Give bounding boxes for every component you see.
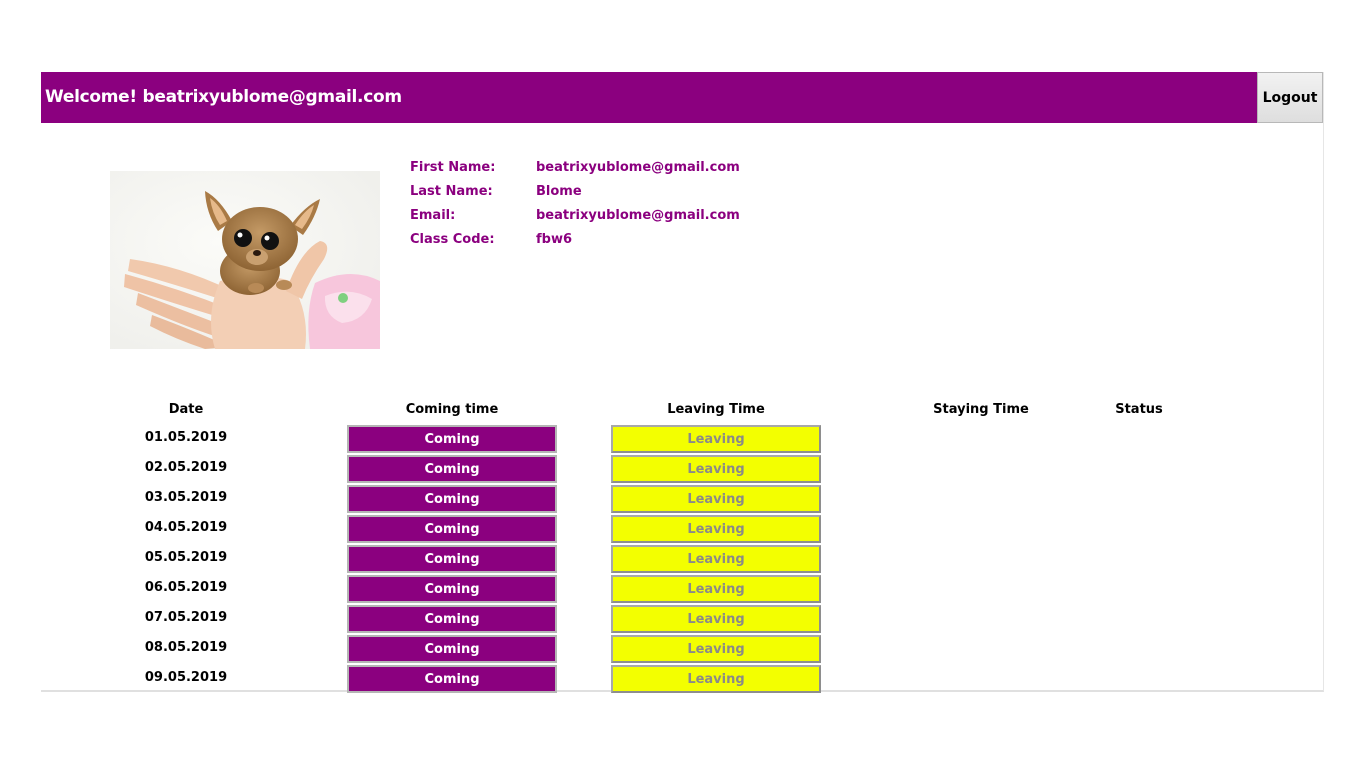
row-date: 08.05.2019: [144, 640, 228, 655]
coming-button[interactable]: Coming: [347, 545, 557, 573]
attendance-table: 01.05.2019 Coming Leaving 02.05.2019 Com…: [41, 424, 1324, 694]
table-row: 08.05.2019 Coming Leaving: [41, 634, 1324, 664]
leaving-button[interactable]: Leaving: [611, 455, 821, 483]
row-date: 07.05.2019: [144, 610, 228, 625]
info-label: Email:: [410, 208, 456, 223]
row-date: 09.05.2019: [144, 670, 228, 685]
column-header-staying: Staying Time: [933, 402, 1029, 417]
leaving-button[interactable]: Leaving: [611, 425, 821, 453]
coming-button[interactable]: Coming: [347, 635, 557, 663]
table-row: 06.05.2019 Coming Leaving: [41, 574, 1324, 604]
row-date: 04.05.2019: [144, 520, 228, 535]
row-date: 02.05.2019: [144, 460, 228, 475]
logout-button[interactable]: Logout: [1257, 72, 1323, 123]
table-row: 02.05.2019 Coming Leaving: [41, 454, 1324, 484]
leaving-button[interactable]: Leaving: [611, 605, 821, 633]
table-row: 07.05.2019 Coming Leaving: [41, 604, 1324, 634]
info-value: beatrixyublome@gmail.com: [536, 160, 740, 175]
coming-button[interactable]: Coming: [347, 575, 557, 603]
coming-button[interactable]: Coming: [347, 455, 557, 483]
column-header-coming: Coming time: [405, 402, 499, 417]
coming-button[interactable]: Coming: [347, 485, 557, 513]
table-row: 09.05.2019 Coming Leaving: [41, 664, 1324, 694]
puppy-image: [110, 171, 380, 349]
table-row: 03.05.2019 Coming Leaving: [41, 484, 1324, 514]
leaving-button[interactable]: Leaving: [611, 635, 821, 663]
info-label: First Name:: [410, 160, 496, 175]
coming-button[interactable]: Coming: [347, 665, 557, 693]
leaving-button[interactable]: Leaving: [611, 575, 821, 603]
info-label: Last Name:: [410, 184, 493, 199]
attendance-app: Welcome! beatrixyublome@gmail.com Logout: [41, 72, 1324, 694]
leaving-button[interactable]: Leaving: [611, 545, 821, 573]
leaving-button[interactable]: Leaving: [611, 665, 821, 693]
row-date: 01.05.2019: [144, 430, 228, 445]
table-row: 04.05.2019 Coming Leaving: [41, 514, 1324, 544]
row-date: 03.05.2019: [144, 490, 228, 505]
table-row: 01.05.2019 Coming Leaving: [41, 424, 1324, 454]
row-date: 05.05.2019: [144, 550, 228, 565]
column-header-leaving: Leaving Time: [667, 402, 765, 417]
welcome-title: Welcome! beatrixyublome@gmail.com: [45, 87, 402, 107]
row-date: 06.05.2019: [144, 580, 228, 595]
info-value: fbw6: [536, 232, 573, 247]
column-header-status: Status: [1115, 402, 1163, 417]
column-header-date: Date: [168, 402, 204, 417]
coming-button[interactable]: Coming: [347, 425, 557, 453]
table-row: 05.05.2019 Coming Leaving: [41, 544, 1324, 574]
leaving-button[interactable]: Leaving: [611, 485, 821, 513]
coming-button[interactable]: Coming: [347, 515, 557, 543]
info-value: beatrixyublome@gmail.com: [536, 208, 740, 223]
header-bar: Welcome! beatrixyublome@gmail.com: [41, 72, 1257, 123]
info-label: Class Code:: [410, 232, 495, 247]
coming-button[interactable]: Coming: [347, 605, 557, 633]
info-value: Blome: [536, 184, 582, 199]
profile-photo: [110, 171, 380, 349]
leaving-button[interactable]: Leaving: [611, 515, 821, 543]
